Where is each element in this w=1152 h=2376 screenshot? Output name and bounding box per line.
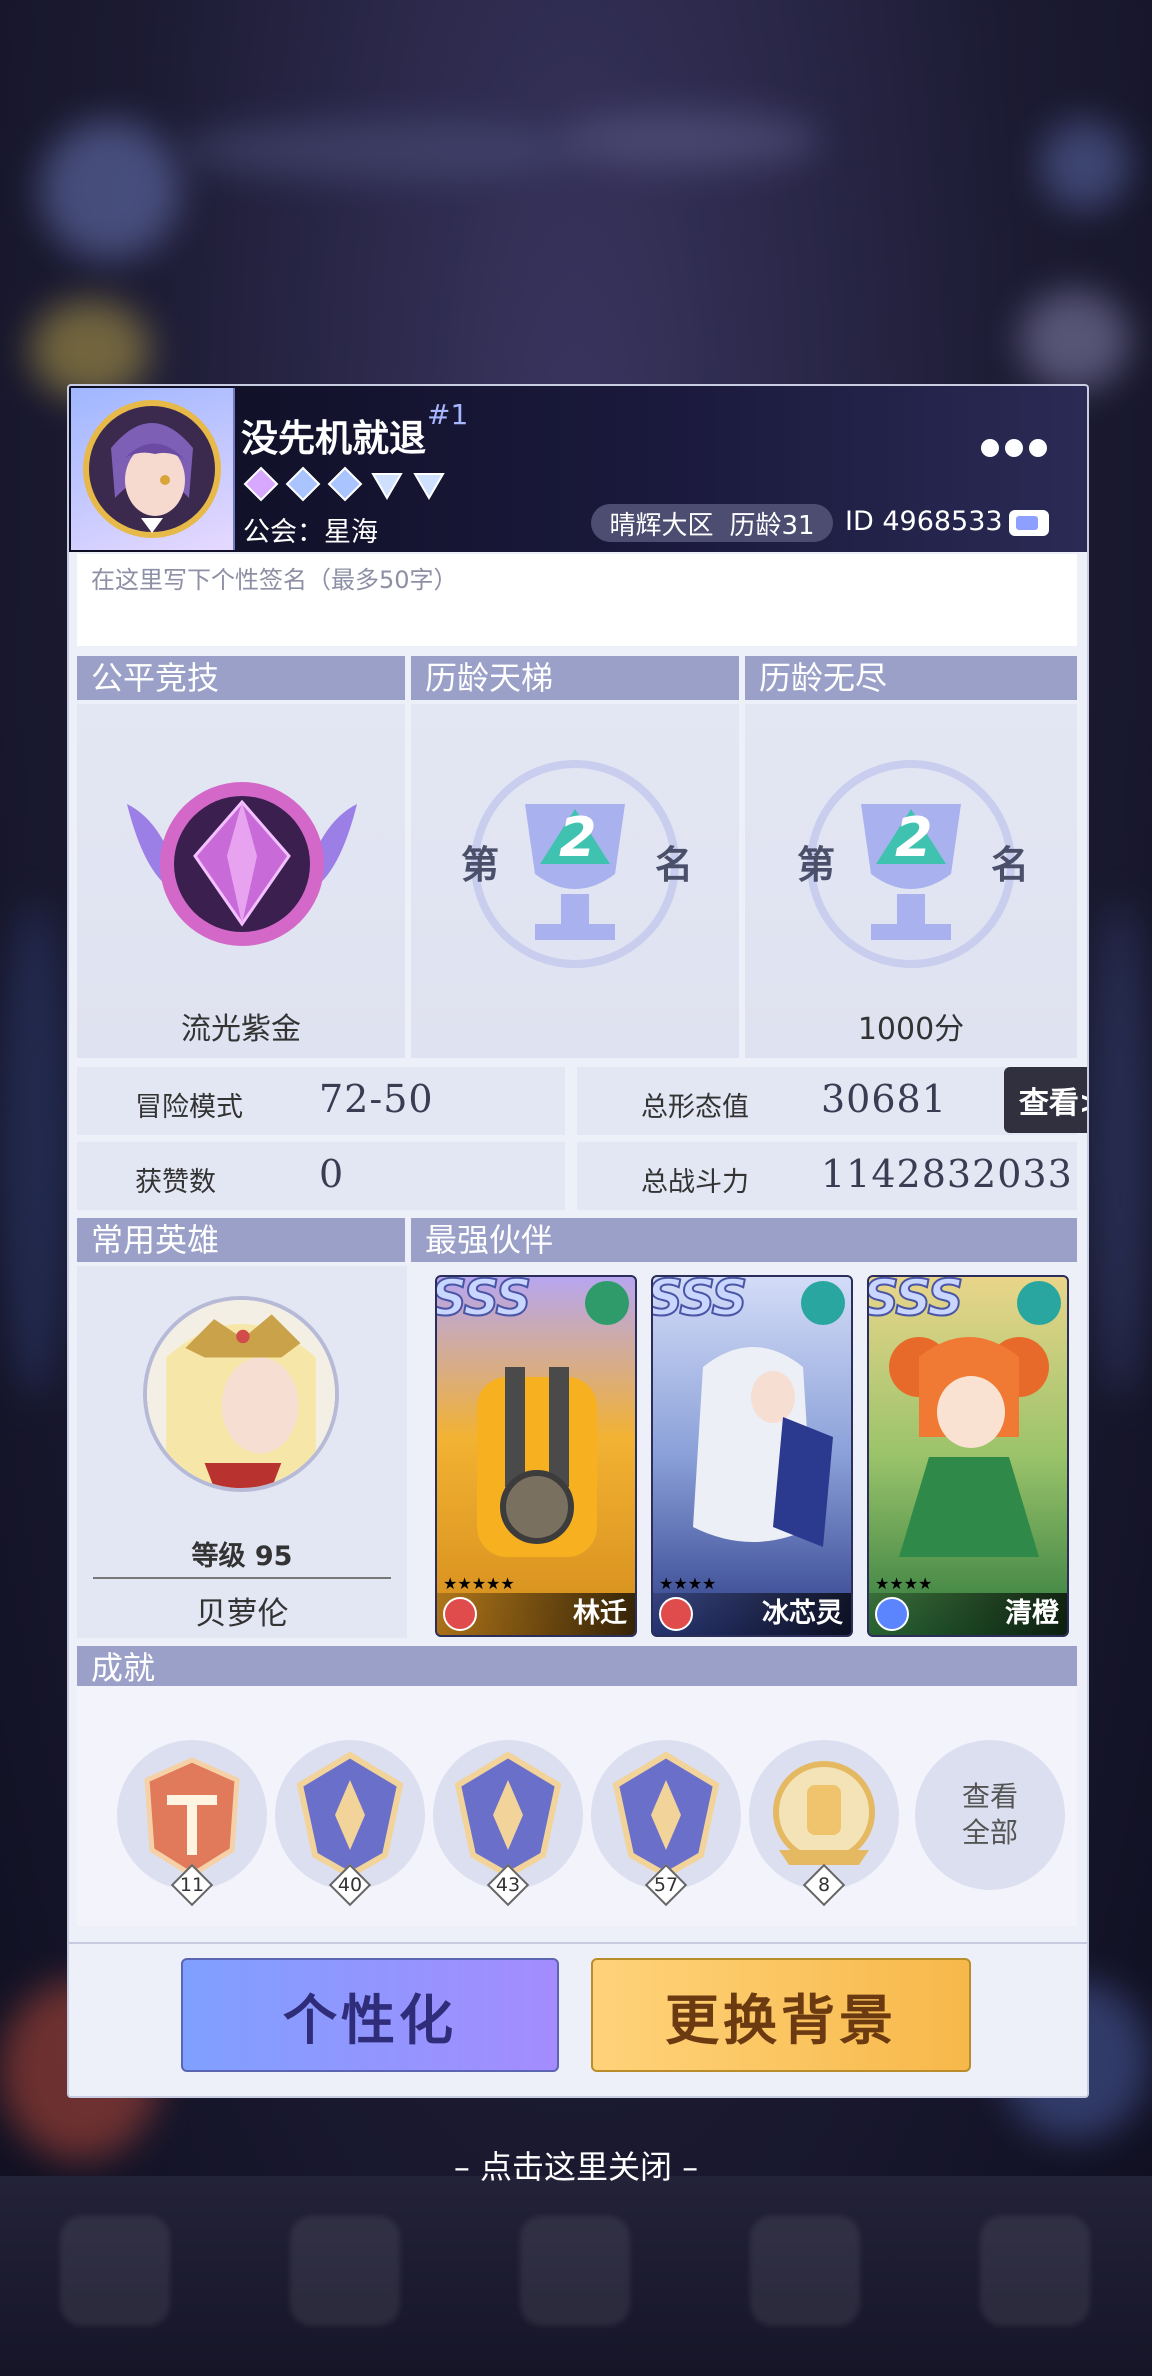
stat-value: 30681 — [821, 1077, 947, 1121]
bottom-tab-icon — [980, 2216, 1090, 2326]
achievement-badge[interactable]: 8 — [749, 1740, 899, 1907]
view-all-line: 查看 — [961, 1779, 1018, 1813]
achievement-badge[interactable]: 11 — [117, 1740, 267, 1907]
partner-stars: ★★★★ — [659, 1574, 717, 1593]
partner-grade: SSS — [435, 1275, 532, 1328]
diamond-icon — [413, 473, 445, 500]
section-header-ladder: 历龄天梯 — [411, 656, 739, 700]
player-level-diamonds — [243, 466, 447, 502]
region-badge: 晴辉大区 历龄31 — [591, 504, 833, 542]
achievement-badge[interactable]: 57 — [591, 1740, 741, 1907]
hero-name: 贝萝伦 — [195, 1596, 289, 1632]
stat-value: 72-50 — [319, 1077, 434, 1121]
more-options-button[interactable] — [981, 434, 1053, 462]
player-name: 没先机就退 — [241, 417, 426, 460]
region-name: 晴辉大区 — [609, 510, 714, 541]
ladder-rank-suffix: 名 — [655, 843, 694, 887]
wind-element-icon — [1017, 1281, 1061, 1325]
total-form-stat: 总形态值 30681 — [577, 1067, 1077, 1135]
player-age: 历龄31 — [729, 510, 815, 541]
section-header-fair-arena: 公平竞技 — [77, 656, 405, 700]
endless-rank-number: 2 — [895, 806, 933, 869]
dot-icon — [981, 439, 999, 457]
likes-stat: 获赞数 0 — [77, 1142, 565, 1210]
section-header-best-partner: 最强伙伴 — [411, 1218, 1077, 1262]
signature-placeholder: 在这里写下个性签名（最多50字） — [91, 566, 458, 594]
change-background-button[interactable]: 更换背景 — [591, 1958, 971, 2072]
nature-element-icon — [585, 1281, 629, 1325]
partner-name: 林迁 — [573, 1598, 627, 1629]
achievements-row: 11 40 43 57 8 查看 全部 — [77, 1686, 1077, 1926]
profile-header: 没先机就退 #1 公会：星海 晴辉大区 历龄31 ID 4968533 — [69, 386, 1087, 552]
common-hero-card[interactable]: 等级 95 贝萝伦 — [77, 1266, 407, 1638]
view-all-achievements-button[interactable]: 查看 全部 — [915, 1740, 1065, 1890]
player-guild[interactable]: 公会：星海 — [243, 510, 378, 549]
partner-name: 清橙 — [1005, 1598, 1059, 1629]
bottom-tab-icon — [750, 2216, 860, 2326]
partner-card-1[interactable]: SSS ★★★★★ 林迁 — [435, 1275, 637, 1637]
ladder-rank-card[interactable]: 第 2 名 — [411, 704, 739, 1058]
view-details-button[interactable]: 查看>> — [1004, 1067, 1087, 1133]
partner-card-2[interactable]: SSS ★★★★ 冰芯灵 — [651, 1275, 853, 1637]
endless-rank-card[interactable]: 第 2 名 1000分 — [745, 704, 1077, 1058]
bottom-tab-icon — [60, 2216, 170, 2326]
partner-grade: SSS — [867, 1275, 964, 1328]
amethyst-rank-emblem-icon — [127, 782, 357, 946]
partner-stars: ★★★★ — [875, 1574, 933, 1593]
diamond-icon — [243, 466, 279, 502]
diamond-icon — [371, 473, 403, 500]
customize-button[interactable]: 个性化 — [181, 1958, 559, 2072]
bottom-nav-bar — [0, 2176, 1152, 2376]
partner-card-3[interactable]: SSS ★★★★ 清橙 — [867, 1275, 1069, 1637]
partner-portrait — [889, 1337, 1049, 1557]
diamond-icon — [327, 466, 363, 502]
section-header-common-hero: 常用英雄 — [77, 1218, 405, 1262]
diamond-icon — [285, 466, 321, 502]
endless-rank-suffix: 名 — [991, 843, 1030, 887]
stat-label: 总形态值 — [641, 1092, 749, 1123]
profile-panel: 没先机就退 #1 公会：星海 晴辉大区 历龄31 ID 4968533 在这里写… — [67, 384, 1089, 2098]
stat-label: 总战斗力 — [641, 1167, 749, 1198]
bottom-tab-icon — [290, 2216, 400, 2326]
fair-arena-rank-label: 流光紫金 — [181, 1012, 301, 1047]
total-power-stat: 总战斗力 1142832033 — [577, 1142, 1077, 1210]
player-rank-tag: #1 — [427, 398, 469, 431]
stat-value: 0 — [319, 1152, 345, 1196]
dot-icon — [1005, 439, 1023, 457]
partner-stars: ★★★★★ — [443, 1574, 515, 1593]
achievement-badge[interactable]: 40 — [275, 1740, 425, 1907]
adventure-mode-stat: 冒险模式 72-50 — [77, 1067, 565, 1135]
dot-icon — [1029, 439, 1047, 457]
stat-label: 获赞数 — [135, 1167, 216, 1198]
close-hint[interactable]: – 点击这里关闭 – — [0, 2142, 1152, 2188]
divider — [69, 1942, 1087, 1944]
endless-rank-prefix: 第 — [797, 843, 836, 887]
ladder-rank-prefix: 第 — [461, 843, 500, 887]
achievement-badge[interactable]: 43 — [433, 1740, 583, 1907]
ladder-rank-number: 2 — [559, 806, 597, 869]
tank-role-icon — [443, 1597, 477, 1631]
partner-portrait — [693, 1347, 833, 1547]
view-all-line: 全部 — [961, 1816, 1018, 1849]
attack-role-icon — [659, 1597, 693, 1631]
bottom-tab-icon — [520, 2216, 630, 2326]
hero-portrait — [143, 1296, 339, 1492]
section-header-achievements: 成就 — [77, 1646, 1077, 1690]
partner-portrait — [477, 1367, 597, 1557]
player-avatar[interactable] — [71, 388, 235, 550]
partner-grade: SSS — [651, 1275, 748, 1328]
partner-name: 冰芯灵 — [762, 1598, 843, 1629]
fair-arena-rank-card[interactable]: 流光紫金 — [77, 704, 405, 1058]
copy-id-icon[interactable] — [1009, 510, 1049, 536]
hero-level: 等级 95 — [191, 1541, 293, 1572]
stat-label: 冒险模式 — [135, 1092, 243, 1123]
support-role-icon — [875, 1597, 909, 1631]
section-header-endless: 历龄无尽 — [745, 656, 1077, 700]
signature-input[interactable]: 在这里写下个性签名（最多50字） — [77, 554, 1077, 646]
wind-element-icon — [801, 1281, 845, 1325]
endless-score: 1000分 — [857, 1012, 965, 1047]
stat-value: 1142832033 — [821, 1152, 1073, 1196]
divider — [93, 1577, 391, 1579]
player-id: ID 4968533 — [845, 506, 1003, 537]
